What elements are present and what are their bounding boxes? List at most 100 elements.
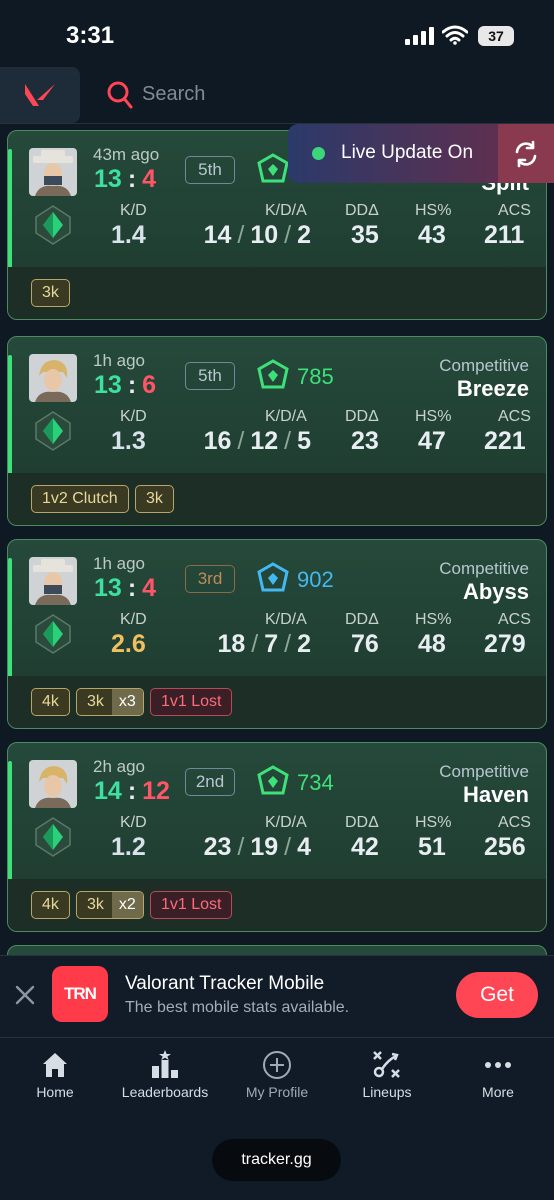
highlight-tag-label: 3k [87,896,104,913]
acs-value: 211 [484,221,525,249]
highlight-tags: 4k 3k x3 1v1 Lost [8,676,546,728]
nav-label-profile: My Profile [245,1084,309,1100]
rank-rating-value: 734 [297,770,334,795]
acs-label: ACS [498,202,531,219]
live-update-toggle[interactable]: Live Update On [288,124,554,183]
rounds-won: 13 [94,574,122,602]
kills-value: 14 [203,221,232,249]
dd-label: DDΔ [345,611,379,628]
highlight-tag-label: 1v1 Lost [161,693,222,710]
nav-item-lineups[interactable]: Lineups [332,1050,442,1100]
rank-rating-value: 785 [297,364,334,389]
kda-value: 18/7/2 [217,630,311,658]
rank-rating-icon [257,562,289,592]
queue-type: Competitive [439,356,529,375]
placement-badge: 5th [185,156,235,184]
hs-value: 47 [418,427,446,455]
lineups-icon [373,1051,400,1078]
hs-label: HS% [415,202,452,219]
deaths-value: 7 [264,630,279,658]
rounds-won: 13 [94,371,122,399]
nav-item-profile[interactable]: My Profile [222,1050,332,1100]
deaths-value: 12 [250,427,279,455]
nav-label-home: Home [36,1084,74,1100]
browser-url-pill[interactable]: tracker.gg [212,1139,341,1181]
kda-label: K/D/A [265,814,307,831]
match-score: 14:12 [94,777,170,805]
kda-label: K/D/A [265,202,307,219]
dd-label: DDΔ [345,814,379,831]
nav-item-leaderboards[interactable]: Leaderboards [110,1050,220,1100]
highlight-tags: 1v2 Clutch 3k [8,473,546,525]
highlight-tag: 3k x3 [76,688,144,716]
kills-value: 23 [203,833,232,861]
kd-label: K/D [120,202,147,219]
bottom-nav: Home Leaderboards My Profile Lineups Mor… [0,1037,554,1200]
placement-badge: 3rd [185,565,235,593]
rank-emerald-icon [35,411,71,451]
nav-label-more: More [482,1084,514,1100]
dd-label: DDΔ [345,408,379,425]
hs-label: HS% [415,408,452,425]
kda-label: K/D/A [265,611,307,628]
search-icon[interactable] [106,80,134,110]
highlight-tags: 3k [8,267,546,319]
nav-label-lineups: Lineups [362,1084,412,1100]
kda-value: 16/12/5 [203,427,311,455]
dd-label: DDΔ [345,202,379,219]
match-card[interactable]: 1h ago 13:6 5th 785 Competitive Breeze K… [7,336,547,526]
kills-value: 18 [217,630,246,658]
highlight-tag-label: 4k [42,896,59,913]
match-card[interactable]: 1h ago 13:4 3rd 902 Competitive Abyss K/… [7,539,547,729]
kda-value: 23/19/4 [203,833,311,861]
rank-rating-icon [257,359,289,389]
match-score: 13:6 [94,371,157,399]
hs-label: HS% [415,814,452,831]
valorant-logo-button[interactable] [0,67,80,123]
kda-value: 14/10/2 [203,221,311,249]
ad-title: Valorant Tracker Mobile [125,973,325,994]
kd-value: 1.4 [111,221,146,249]
rank-rating-icon [257,765,289,795]
acs-value: 279 [484,630,526,658]
deaths-value: 19 [250,833,279,861]
match-score: 13:4 [94,165,157,193]
kd-value: 1.2 [111,833,146,861]
more-icon [485,1062,511,1068]
dd-value: 76 [351,630,379,658]
highlight-tag: 3k [135,485,174,513]
rounds-lost: 12 [142,777,170,805]
hs-value: 43 [418,221,446,249]
battery-indicator: 37 [478,26,514,46]
match-time-ago: 43m ago [93,145,160,164]
assists-value: 4 [297,833,311,861]
match-card[interactable]: 2h ago 14:12 2nd 734 Competitive Haven K… [7,742,547,932]
match-score: 13:4 [94,574,157,602]
kda-label: K/D/A [265,408,307,425]
rank-rating-icon [257,153,289,183]
rank-rating-value: 902 [297,567,334,592]
live-update-label: Live Update On [341,142,474,163]
ad-banner[interactable]: TRN Valorant Tracker Mobile The best mob… [0,955,554,1037]
nav-item-home[interactable]: Home [0,1050,110,1100]
kills-value: 16 [203,427,232,455]
assists-value: 2 [297,221,311,249]
acs-label: ACS [498,408,531,425]
refresh-button[interactable] [498,124,554,183]
home-icon [43,1053,67,1077]
rounds-won: 13 [94,165,122,193]
get-app-button[interactable]: Get [456,972,538,1018]
kd-value: 1.3 [111,427,146,455]
search-input[interactable]: Search [142,83,205,106]
highlight-tag-multiplier: x2 [111,892,143,918]
nav-item-more[interactable]: More [443,1050,553,1100]
highlight-tag-multiplier: x3 [111,689,143,715]
leaderboard-icon [152,1050,178,1078]
refresh-icon [515,140,537,167]
match-time-ago: 2h ago [93,757,145,776]
close-icon[interactable] [14,984,36,1006]
live-status-dot [312,147,325,160]
queue-type: Competitive [439,559,529,578]
ad-subtitle: The best mobile stats available. [125,999,350,1016]
hs-value: 48 [418,630,446,658]
